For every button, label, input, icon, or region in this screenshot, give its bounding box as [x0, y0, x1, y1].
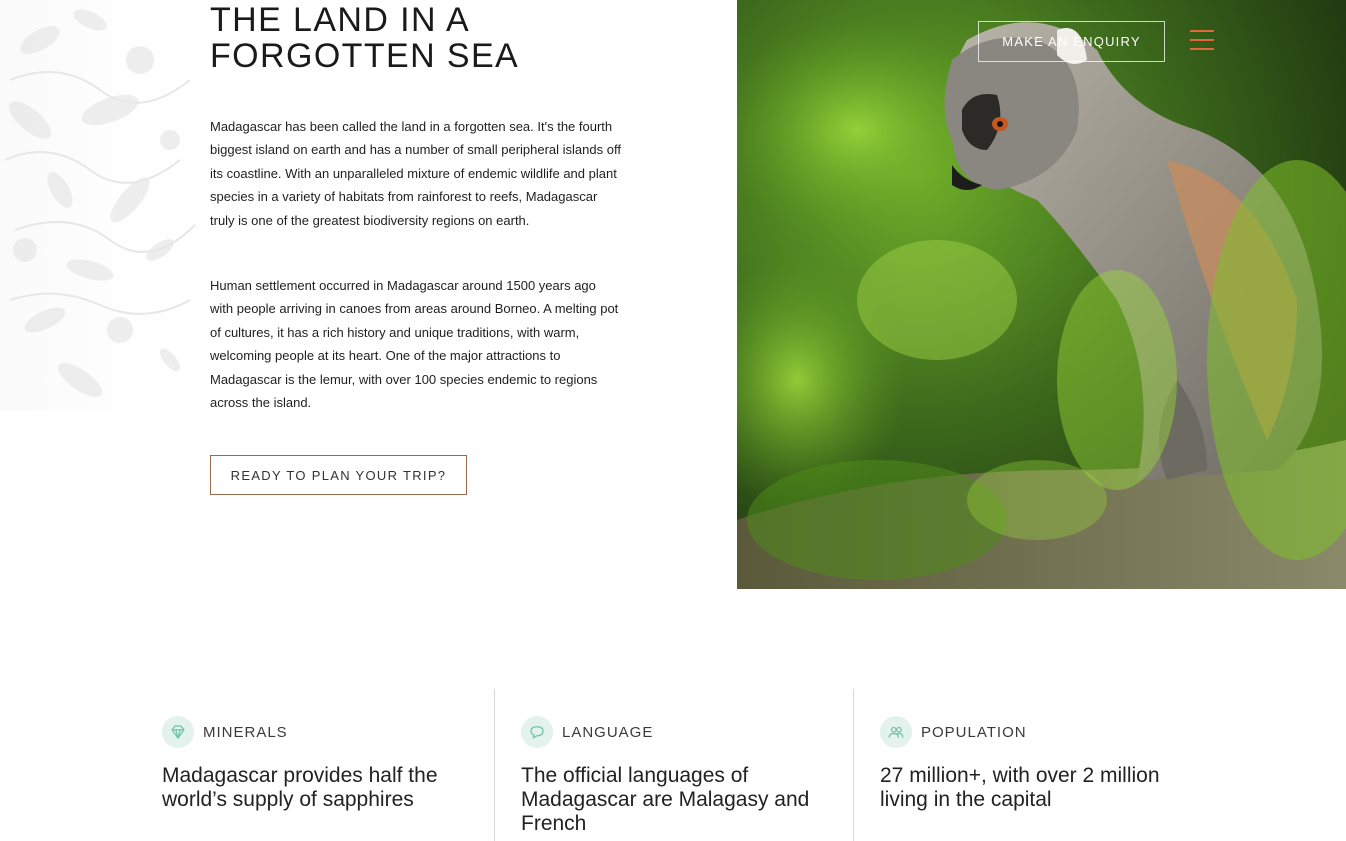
- page-title-line-2: FORGOTTEN SEA: [210, 37, 520, 75]
- fact-text: Madagascar provides half the world’s sup…: [162, 764, 438, 811]
- page-title: THE LAND IN A FORGOTTEN SEA: [210, 2, 519, 74]
- make-enquiry-button[interactable]: MAKE AN ENQUIRY: [978, 21, 1165, 62]
- fact-label: POPULATION: [921, 723, 1027, 741]
- page-title-line-1: THE LAND IN A: [210, 1, 471, 39]
- fact-minerals: MINERALS Madagascar provides half the wo…: [162, 689, 492, 841]
- fact-header: LANGUAGE: [521, 716, 852, 748]
- decorative-pattern: [0, 0, 200, 410]
- hamburger-menu-icon[interactable]: [1190, 28, 1216, 52]
- fact-header: POPULATION: [880, 716, 1193, 748]
- plan-trip-button[interactable]: READY TO PLAN YOUR TRIP?: [210, 455, 467, 495]
- intro-paragraph: Madagascar has been called the land in a…: [210, 119, 621, 228]
- fact-label: LANGUAGE: [562, 723, 654, 741]
- fact-label: MINERALS: [203, 723, 288, 741]
- speech-bubble-icon: [521, 716, 553, 748]
- fact-header: MINERALS: [162, 716, 492, 748]
- history-paragraph: Human settlement occurred in Madagascar …: [210, 278, 619, 411]
- people-icon: [880, 716, 912, 748]
- fact-language: LANGUAGE The official languages of Madag…: [494, 689, 852, 841]
- menu-bar-bottom: [1190, 48, 1214, 50]
- fact-text: 27 million+, with over 2 million living …: [880, 764, 1160, 811]
- menu-bar-top: [1190, 30, 1214, 32]
- facts-section: MINERALS Madagascar provides half the wo…: [0, 689, 1346, 841]
- gem-icon: [162, 716, 194, 748]
- fact-text: The official languages of Madagascar are…: [521, 764, 810, 835]
- lemur-hero-image: [737, 0, 1346, 589]
- fact-population: POPULATION 27 million+, with over 2 mill…: [853, 689, 1193, 841]
- menu-bar-middle: [1190, 39, 1214, 41]
